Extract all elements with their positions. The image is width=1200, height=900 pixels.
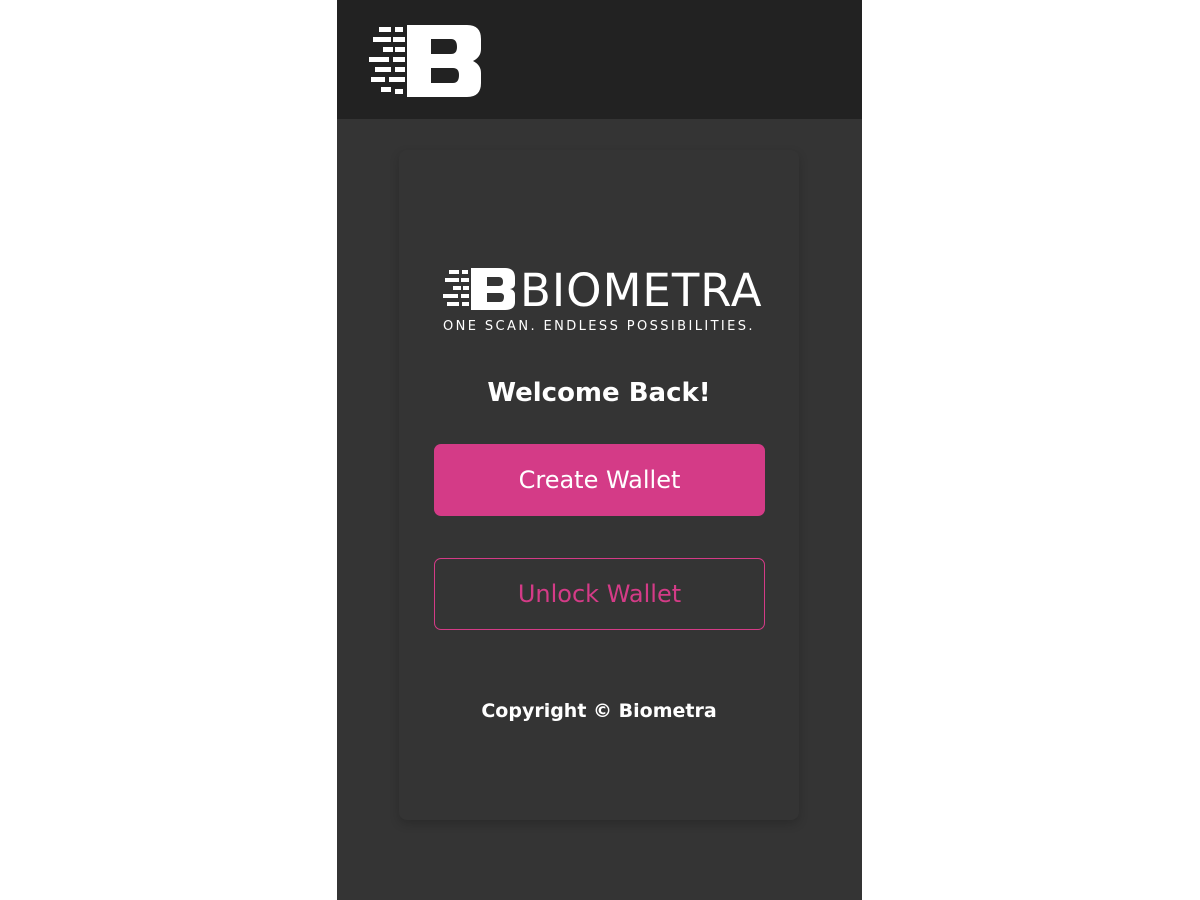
brand-tagline: ONE SCAN. ENDLESS POSSIBILITIES. — [443, 319, 755, 334]
unlock-wallet-label: Unlock Wallet — [517, 580, 682, 608]
top-bar — [337, 0, 862, 119]
copyright-text: Copyright © Biometra — [481, 700, 717, 722]
unlock-wallet-button[interactable]: Unlock Wallet — [434, 558, 765, 630]
welcome-heading: Welcome Back! — [487, 378, 711, 408]
create-wallet-button[interactable]: Create Wallet — [434, 444, 765, 516]
app-screen: BIOMETRA ONE SCAN. ENDLESS POSSIBILITIES… — [337, 0, 862, 900]
create-wallet-label: Create Wallet — [518, 466, 681, 494]
brand-name: BIOMETRA — [520, 264, 763, 317]
biometra-b-logo-icon[interactable] — [369, 25, 483, 97]
welcome-card: BIOMETRA ONE SCAN. ENDLESS POSSIBILITIES… — [399, 150, 799, 820]
